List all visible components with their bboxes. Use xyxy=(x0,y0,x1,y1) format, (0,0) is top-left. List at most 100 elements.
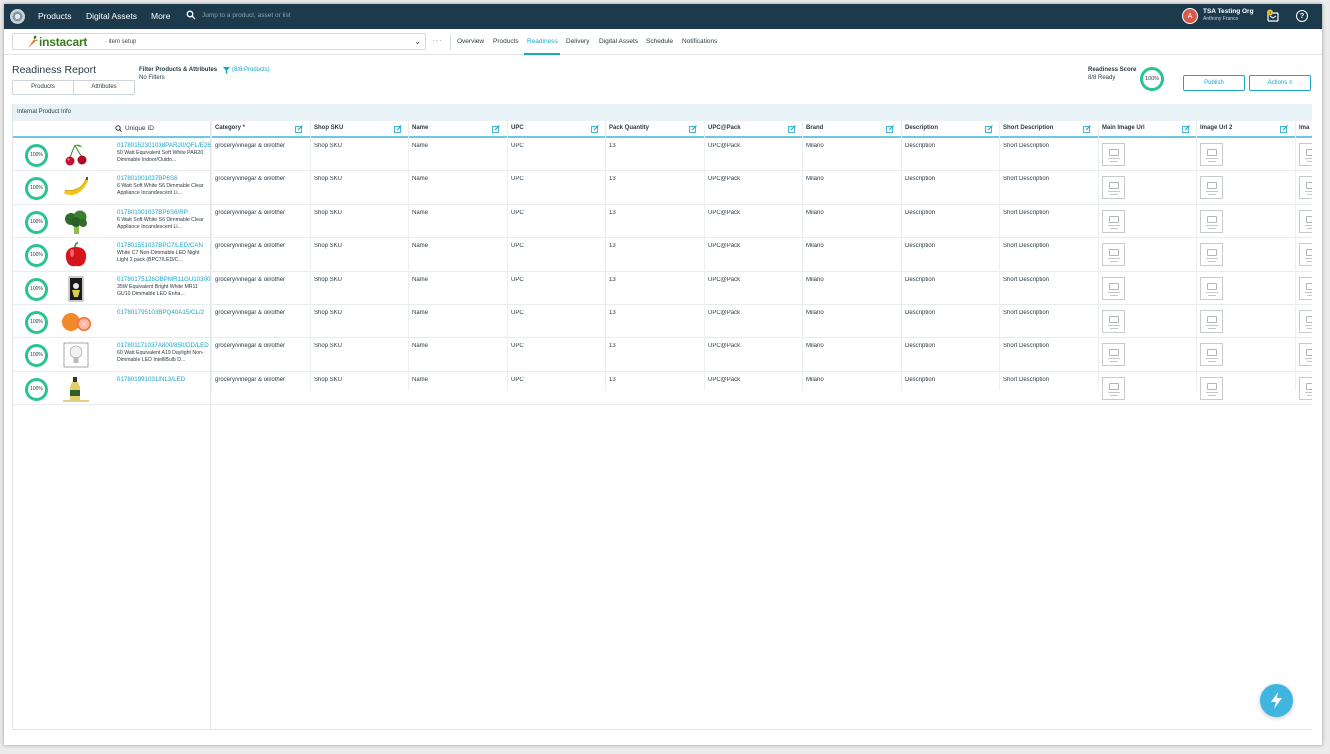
light-bulb-icon[interactable] xyxy=(61,342,91,368)
category-cell[interactable]: grocery/vinegar & oil/other xyxy=(211,310,306,316)
column-header[interactable]: Brand xyxy=(802,121,889,136)
pack-quantity-cell[interactable]: 13 xyxy=(605,243,700,249)
pack-quantity-cell[interactable]: 13 xyxy=(605,176,700,182)
column-header[interactable]: Main Image Url xyxy=(1098,121,1185,136)
app-logo-icon[interactable] xyxy=(10,9,25,24)
description-cell[interactable]: Description xyxy=(901,277,996,283)
unique-id-link[interactable]: 017801171037A800/850/DD/LED xyxy=(117,342,211,349)
pack-quantity-cell[interactable]: 13 xyxy=(605,210,700,216)
category-cell[interactable]: grocery/vinegar & oil/other xyxy=(211,277,306,283)
upc-cell[interactable]: UPC xyxy=(507,176,602,182)
image-placeholder-icon[interactable] xyxy=(1200,209,1223,233)
upc-pack-cell[interactable]: UPC@Pack xyxy=(704,176,799,182)
brand-cell[interactable]: Milano xyxy=(802,343,897,349)
column-header[interactable]: Short Description xyxy=(999,121,1086,136)
more-options-icon[interactable]: ··· xyxy=(432,36,443,45)
category-cell[interactable]: grocery/vinegar & oil/other xyxy=(211,210,306,216)
upc-cell[interactable]: UPC xyxy=(507,143,602,149)
short-description-cell[interactable]: Short Description xyxy=(999,176,1094,182)
actions-button[interactable]: Actions ≡ xyxy=(1249,75,1311,91)
name-cell[interactable]: Name xyxy=(408,310,503,316)
name-cell[interactable]: Name xyxy=(408,277,503,283)
upc-cell[interactable]: UPC xyxy=(507,210,602,216)
short-description-cell[interactable]: Short Description xyxy=(999,210,1094,216)
edit-column-icon[interactable] xyxy=(294,125,303,133)
name-cell[interactable]: Name xyxy=(408,377,503,383)
org-name[interactable]: TSA Testing Org xyxy=(1203,8,1254,15)
tab-notifications[interactable]: Notifications xyxy=(682,38,717,45)
edit-column-icon[interactable] xyxy=(984,125,993,133)
tab-products[interactable]: Products xyxy=(493,38,519,45)
description-cell[interactable]: Description xyxy=(901,243,996,249)
image-placeholder-icon[interactable] xyxy=(1299,243,1312,267)
image-placeholder-icon[interactable] xyxy=(1200,176,1223,200)
image-placeholder-icon[interactable] xyxy=(1102,243,1125,267)
image-placeholder-icon[interactable] xyxy=(1102,343,1125,367)
publish-button[interactable]: Publish xyxy=(1183,75,1245,91)
help-icon[interactable]: ? xyxy=(1296,10,1308,22)
image-placeholder-icon[interactable] xyxy=(1200,343,1223,367)
short-description-cell[interactable]: Short Description xyxy=(999,243,1094,249)
edit-column-icon[interactable] xyxy=(885,125,894,133)
filter-icon[interactable] xyxy=(223,67,230,74)
column-header[interactable]: Name xyxy=(408,121,495,136)
unique-id-link[interactable]: 017801001037BP6S6/RP xyxy=(117,209,211,216)
table-row[interactable]: 100% 017801795103BPQ40A15/CL/2 grocery/vin… xyxy=(13,305,1312,339)
description-cell[interactable]: Description xyxy=(901,343,996,349)
unique-id-link[interactable]: 017801001037BP6S6 xyxy=(117,175,211,182)
tab-overview[interactable]: Overview xyxy=(457,38,484,45)
name-cell[interactable]: Name xyxy=(408,143,503,149)
table-row[interactable]: 100% 017801001037BP6S6 6 Watt Soft White S… xyxy=(13,171,1312,205)
upc-pack-cell[interactable]: UPC@Pack xyxy=(704,210,799,216)
nav-digital-assets[interactable]: Digital Assets xyxy=(86,11,137,21)
name-cell[interactable]: Name xyxy=(408,243,503,249)
description-cell[interactable]: Description xyxy=(901,310,996,316)
name-cell[interactable]: Name xyxy=(408,176,503,182)
tab-schedule[interactable]: Schedule xyxy=(646,38,673,45)
image-placeholder-icon[interactable] xyxy=(1102,176,1125,200)
search-icon[interactable] xyxy=(186,10,196,20)
image-placeholder-icon[interactable] xyxy=(1200,143,1223,166)
table-row[interactable]: 100% 01780152301038PAR20/QFL/E26/1 50 Watt… xyxy=(13,138,1312,172)
edit-column-icon[interactable] xyxy=(688,125,697,133)
upc-pack-cell[interactable]: UPC@Pack xyxy=(704,143,799,149)
image-placeholder-icon[interactable] xyxy=(1102,209,1125,233)
upc-pack-cell[interactable]: UPC@Pack xyxy=(704,310,799,316)
image-placeholder-icon[interactable] xyxy=(1200,376,1223,400)
filter-count[interactable]: (8/8 Products) xyxy=(232,67,270,73)
brand-cell[interactable]: Milano xyxy=(802,176,897,182)
column-header[interactable]: Shop SKU xyxy=(310,121,397,136)
pack-quantity-cell[interactable]: 13 xyxy=(605,310,700,316)
quick-action-button[interactable] xyxy=(1260,684,1293,717)
edit-column-icon[interactable] xyxy=(491,125,500,133)
global-search-input[interactable]: Jump to a product, asset or list xyxy=(202,12,291,19)
upc-pack-cell[interactable]: UPC@Pack xyxy=(704,377,799,383)
brand-cell[interactable]: Milano xyxy=(802,377,897,383)
catalog-selector[interactable]: instacart · item setup ⌄ xyxy=(12,33,426,50)
toggle-attributes[interactable]: Attributes xyxy=(74,81,134,94)
pack-quantity-cell[interactable]: 13 xyxy=(605,143,700,149)
shop-sku-cell[interactable]: Shop SKU xyxy=(310,277,405,283)
short-description-cell[interactable]: Short Description xyxy=(999,310,1094,316)
unique-id-link[interactable]: 01780152301038PAR20/QFL/E26/1 xyxy=(117,142,211,149)
edit-column-icon[interactable] xyxy=(1279,125,1288,133)
short-description-cell[interactable]: Short Description xyxy=(999,143,1094,149)
brand-cell[interactable]: Milano xyxy=(802,277,897,283)
shop-sku-cell[interactable]: Shop SKU xyxy=(310,210,405,216)
tab-readiness[interactable]: Readiness xyxy=(527,38,558,45)
banana-icon[interactable] xyxy=(61,175,91,201)
upc-cell[interactable]: UPC xyxy=(507,310,602,316)
upc-pack-cell[interactable]: UPC@Pack xyxy=(704,243,799,249)
shop-sku-cell[interactable]: Shop SKU xyxy=(310,176,405,182)
image-placeholder-icon[interactable] xyxy=(1299,310,1312,333)
pack-quantity-cell[interactable]: 13 xyxy=(605,377,700,383)
column-header[interactable]: UPC xyxy=(507,121,594,136)
unique-id-link[interactable]: 01780175126OBPMR11GU10300S xyxy=(117,276,211,283)
shop-sku-cell[interactable]: Shop SKU xyxy=(310,310,405,316)
user-avatar[interactable]: A xyxy=(1182,8,1198,24)
column-header[interactable]: Category * xyxy=(211,121,298,136)
upc-cell[interactable]: UPC xyxy=(507,243,602,249)
shop-sku-cell[interactable]: Shop SKU xyxy=(310,143,405,149)
chips-can-icon[interactable] xyxy=(61,276,91,302)
column-header[interactable]: Image Url 2 xyxy=(1196,121,1283,136)
